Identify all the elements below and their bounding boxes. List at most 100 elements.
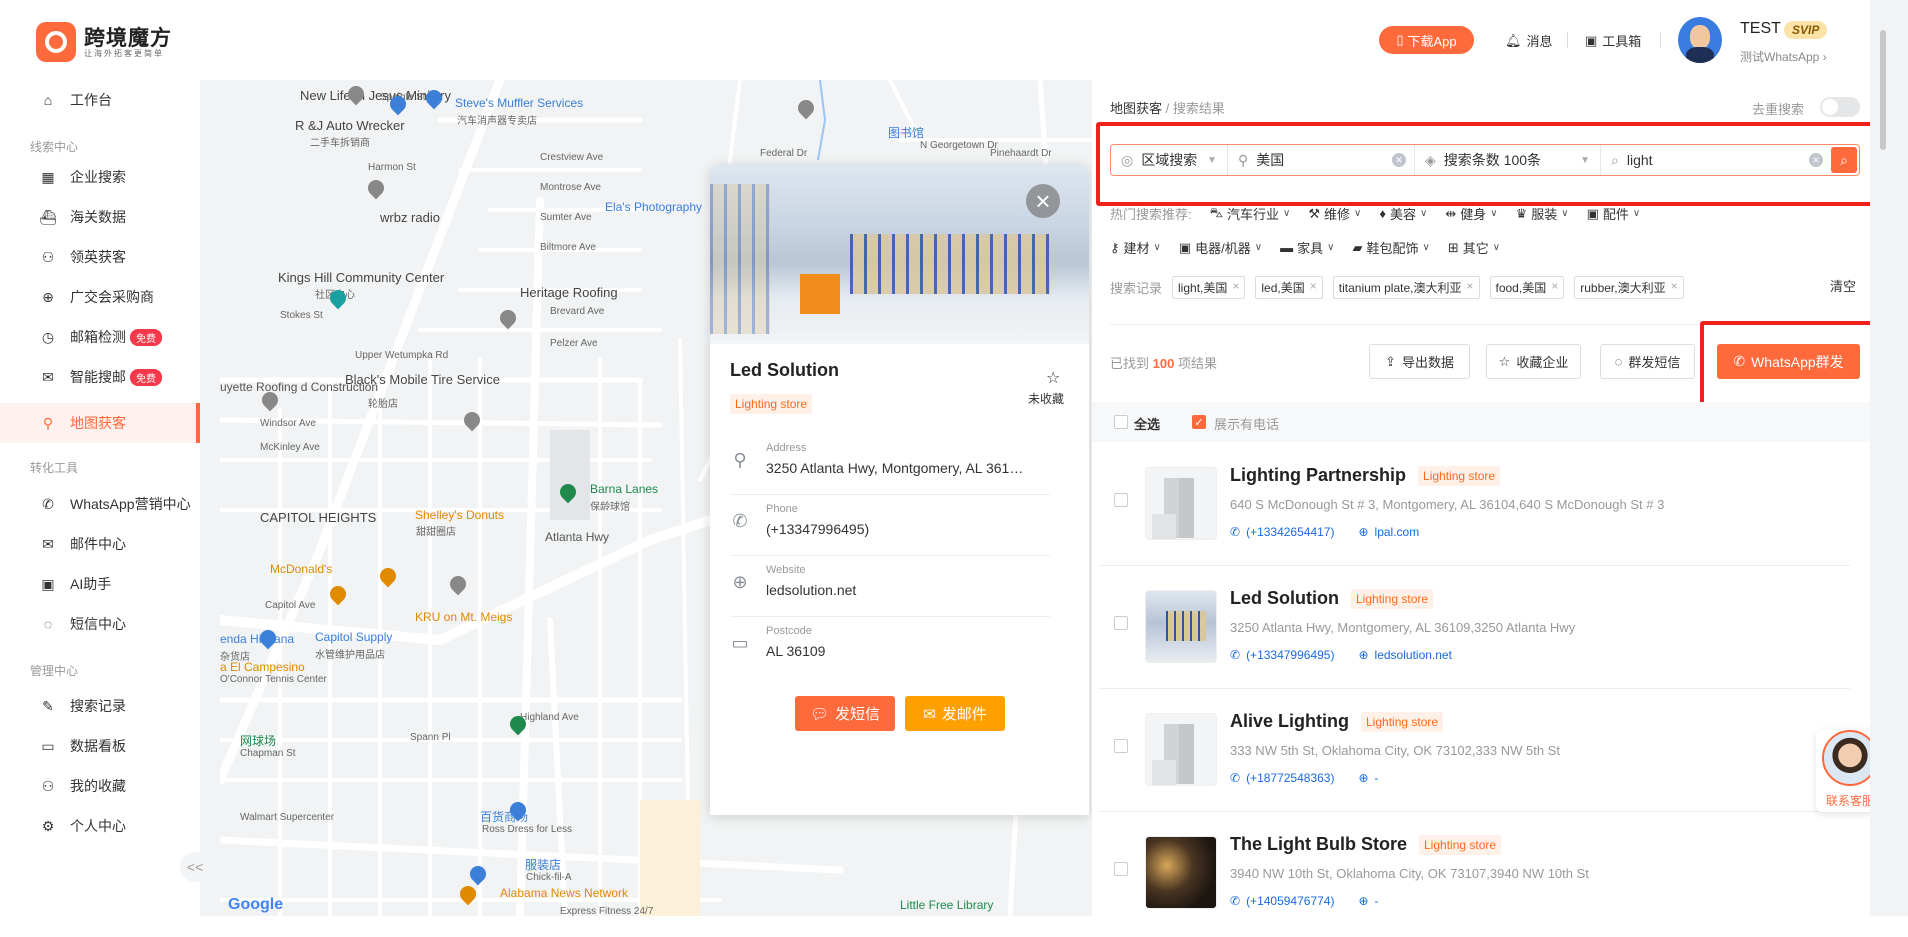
- dedup-toggle[interactable]: [1820, 97, 1860, 117]
- map-label[interactable]: McKinley Ave: [260, 442, 320, 453]
- map-label[interactable]: 汽车消声器专卖店: [457, 112, 537, 127]
- map-label[interactable]: 保龄球馆: [590, 498, 630, 513]
- avatar[interactable]: [1678, 17, 1722, 63]
- map-label[interactable]: Alabama News Network: [500, 886, 628, 900]
- send-email-button[interactable]: ✉ 发邮件: [905, 696, 1005, 731]
- sidebar-item[interactable]: ◌ 短信中心: [0, 604, 200, 644]
- clear-history-button[interactable]: 清空: [1830, 276, 1856, 295]
- map-label[interactable]: Ross Dress for Less: [482, 824, 572, 835]
- hot-search-category[interactable]: ⚒ 维修 ∨: [1308, 204, 1361, 223]
- messages-link[interactable]: 🔔︎ 消息: [1505, 31, 1553, 50]
- map-label[interactable]: R &J Auto Wrecker: [295, 118, 405, 133]
- info-value[interactable]: ledsolution.net: [766, 582, 856, 598]
- map-label[interactable]: Highland Ave: [520, 712, 579, 723]
- sidebar-item[interactable]: ⚇ 我的收藏: [0, 766, 200, 806]
- result-item[interactable]: Alive Lighting Lighting store 333 NW 5th …: [1092, 691, 1870, 814]
- map-label[interactable]: enda Hispana: [220, 632, 294, 646]
- send-sms-button[interactable]: 💬︎ 发短信: [795, 696, 895, 731]
- toolbox-link[interactable]: ▣ 工具箱: [1585, 31, 1641, 50]
- map-label[interactable]: Steve's Muffler Services: [455, 96, 583, 110]
- result-checkbox[interactable]: [1114, 862, 1128, 876]
- map-label[interactable]: Kings Hill Community Center: [278, 270, 444, 285]
- scrollbar-thumb[interactable]: [1880, 30, 1886, 150]
- map-label[interactable]: Capitol Ave: [265, 600, 315, 611]
- map-label[interactable]: 水管维护用品店: [315, 646, 385, 661]
- sidebar-item[interactable]: ✎ 搜索记录: [0, 686, 200, 726]
- result-website[interactable]: ⊕ lpal.com: [1358, 525, 1419, 539]
- map-label[interactable]: Crestview Ave: [540, 152, 603, 163]
- map-label[interactable]: Chapman St: [240, 748, 296, 759]
- result-website[interactable]: ⊕ -: [1358, 771, 1378, 785]
- sidebar-item[interactable]: ▭ 数据看板: [0, 726, 200, 766]
- result-item[interactable]: Led Solution Lighting store 3250 Atlanta …: [1092, 568, 1870, 691]
- map-label[interactable]: Atlanta Hwy: [545, 530, 609, 544]
- map-label[interactable]: Biltmore Ave: [540, 242, 596, 253]
- result-phone[interactable]: ✆ (+18772548363): [1230, 771, 1334, 785]
- map-label[interactable]: Harmon St: [368, 162, 416, 173]
- sidebar-item[interactable]: ✉ 邮件中心: [0, 524, 200, 564]
- result-title[interactable]: The Light Bulb Store Lighting store: [1230, 834, 1502, 855]
- history-chip[interactable]: titanium plate,澳大利亚 ×: [1332, 276, 1480, 299]
- hot-search-category[interactable]: ▬ 家具 ∨: [1280, 238, 1334, 257]
- hot-search-category[interactable]: ⛍ 汽车行业 ∨: [1210, 204, 1291, 223]
- sidebar-item[interactable]: ▦ 企业搜索: [0, 157, 200, 197]
- info-value[interactable]: (+13347996495): [766, 521, 869, 537]
- map-label[interactable]: Pinehaardt Dr: [990, 148, 1052, 159]
- close-icon[interactable]: ×: [1310, 279, 1317, 296]
- clear-icon[interactable]: ✕: [1809, 153, 1823, 167]
- result-phone[interactable]: ✆ (+13347996495): [1230, 648, 1334, 662]
- hot-search-category[interactable]: ⚷ 建材 ∨: [1110, 238, 1161, 257]
- sidebar-item[interactable]: ⚙ 个人中心: [0, 806, 200, 846]
- map-label[interactable]: Spann Pl: [410, 732, 451, 743]
- map-label[interactable]: Pelzer Ave: [550, 338, 598, 349]
- close-icon[interactable]: ×: [1671, 279, 1678, 296]
- map-label[interactable]: 二手车拆销商: [310, 134, 370, 149]
- map-label[interactable]: 图书馆: [888, 124, 924, 141]
- map-label[interactable]: Montrose Ave: [540, 182, 601, 193]
- user-account-link[interactable]: 测试WhatsApp ›: [1740, 48, 1827, 65]
- sidebar-item[interactable]: ⚇ 领英获客: [0, 237, 200, 277]
- show-phone-label[interactable]: 展示有电话: [1214, 414, 1279, 433]
- map-label[interactable]: Sumter Ave: [540, 212, 592, 223]
- keyword-input[interactable]: ⌕ light ✕ ⌕: [1601, 145, 1859, 175]
- close-icon[interactable]: ×: [1551, 279, 1558, 296]
- map-label[interactable]: Ela's Photography: [605, 200, 702, 214]
- result-title[interactable]: Led Solution Lighting store: [1230, 588, 1434, 609]
- result-phone[interactable]: ✆ (+13342654417): [1230, 525, 1334, 539]
- result-item[interactable]: Lighting Partnership Lighting store 640 S…: [1092, 445, 1870, 568]
- result-count-select[interactable]: ◈ 搜索条数 100条 ▼: [1415, 145, 1601, 175]
- map-label[interactable]: Little Free Library: [900, 898, 993, 912]
- result-checkbox[interactable]: [1114, 616, 1128, 630]
- hot-search-category[interactable]: ▣ 电器/机器 ∨: [1179, 238, 1262, 257]
- history-chip[interactable]: food,美国 ×: [1489, 276, 1565, 299]
- map-label[interactable]: O'Connor Tennis Center: [220, 674, 327, 685]
- map-label[interactable]: 甜甜圈店: [416, 523, 456, 538]
- map-label[interactable]: KRU on Mt. Meigs: [415, 610, 512, 624]
- map-label[interactable]: Walmart Supercenter: [240, 812, 334, 823]
- map-label[interactable]: Heritage Roofing: [520, 285, 618, 300]
- map-label[interactable]: 轮胎店: [368, 395, 398, 410]
- select-all-checkbox[interactable]: [1114, 415, 1128, 429]
- map-label[interactable]: 服装店: [525, 856, 561, 873]
- sidebar-item[interactable]: ⚲ 地图获客: [0, 403, 200, 443]
- sidebar-item[interactable]: ◷ 邮箱检测 免费: [0, 317, 200, 357]
- result-phone[interactable]: ✆ (+14059476774): [1230, 894, 1334, 908]
- search-button[interactable]: ⌕: [1831, 147, 1857, 173]
- result-website[interactable]: ⊕ ledsolution.net: [1358, 648, 1451, 662]
- show-phone-checkbox[interactable]: ✓: [1192, 415, 1206, 429]
- history-chip[interactable]: rubber,澳大利亚 ×: [1574, 276, 1684, 299]
- star-icon[interactable]: ☆: [1046, 368, 1060, 388]
- result-item[interactable]: The Light Bulb Store Lighting store 3940 …: [1092, 814, 1870, 937]
- close-icon[interactable]: ×: [1466, 279, 1473, 296]
- map-label[interactable]: uyette Roofing d Construction: [220, 380, 378, 394]
- map-label[interactable]: CAPITOL HEIGHTS: [260, 510, 376, 525]
- map-label[interactable]: Express Fitness 24/7: [560, 906, 653, 916]
- history-chip[interactable]: led,美国 ×: [1255, 276, 1323, 299]
- sidebar-item[interactable]: ⊕ 广交会采购商: [0, 277, 200, 317]
- breadcrumb-root[interactable]: 地图获客: [1110, 101, 1162, 116]
- map-label[interactable]: Brevard Ave: [550, 306, 604, 317]
- map-label[interactable]: 网球场: [240, 732, 276, 749]
- hot-search-category[interactable]: ⇹ 健身 ∨: [1445, 204, 1497, 223]
- region-input[interactable]: ⚲ 美国 ✕: [1228, 145, 1415, 175]
- history-chip[interactable]: light,美国 ×: [1172, 276, 1246, 299]
